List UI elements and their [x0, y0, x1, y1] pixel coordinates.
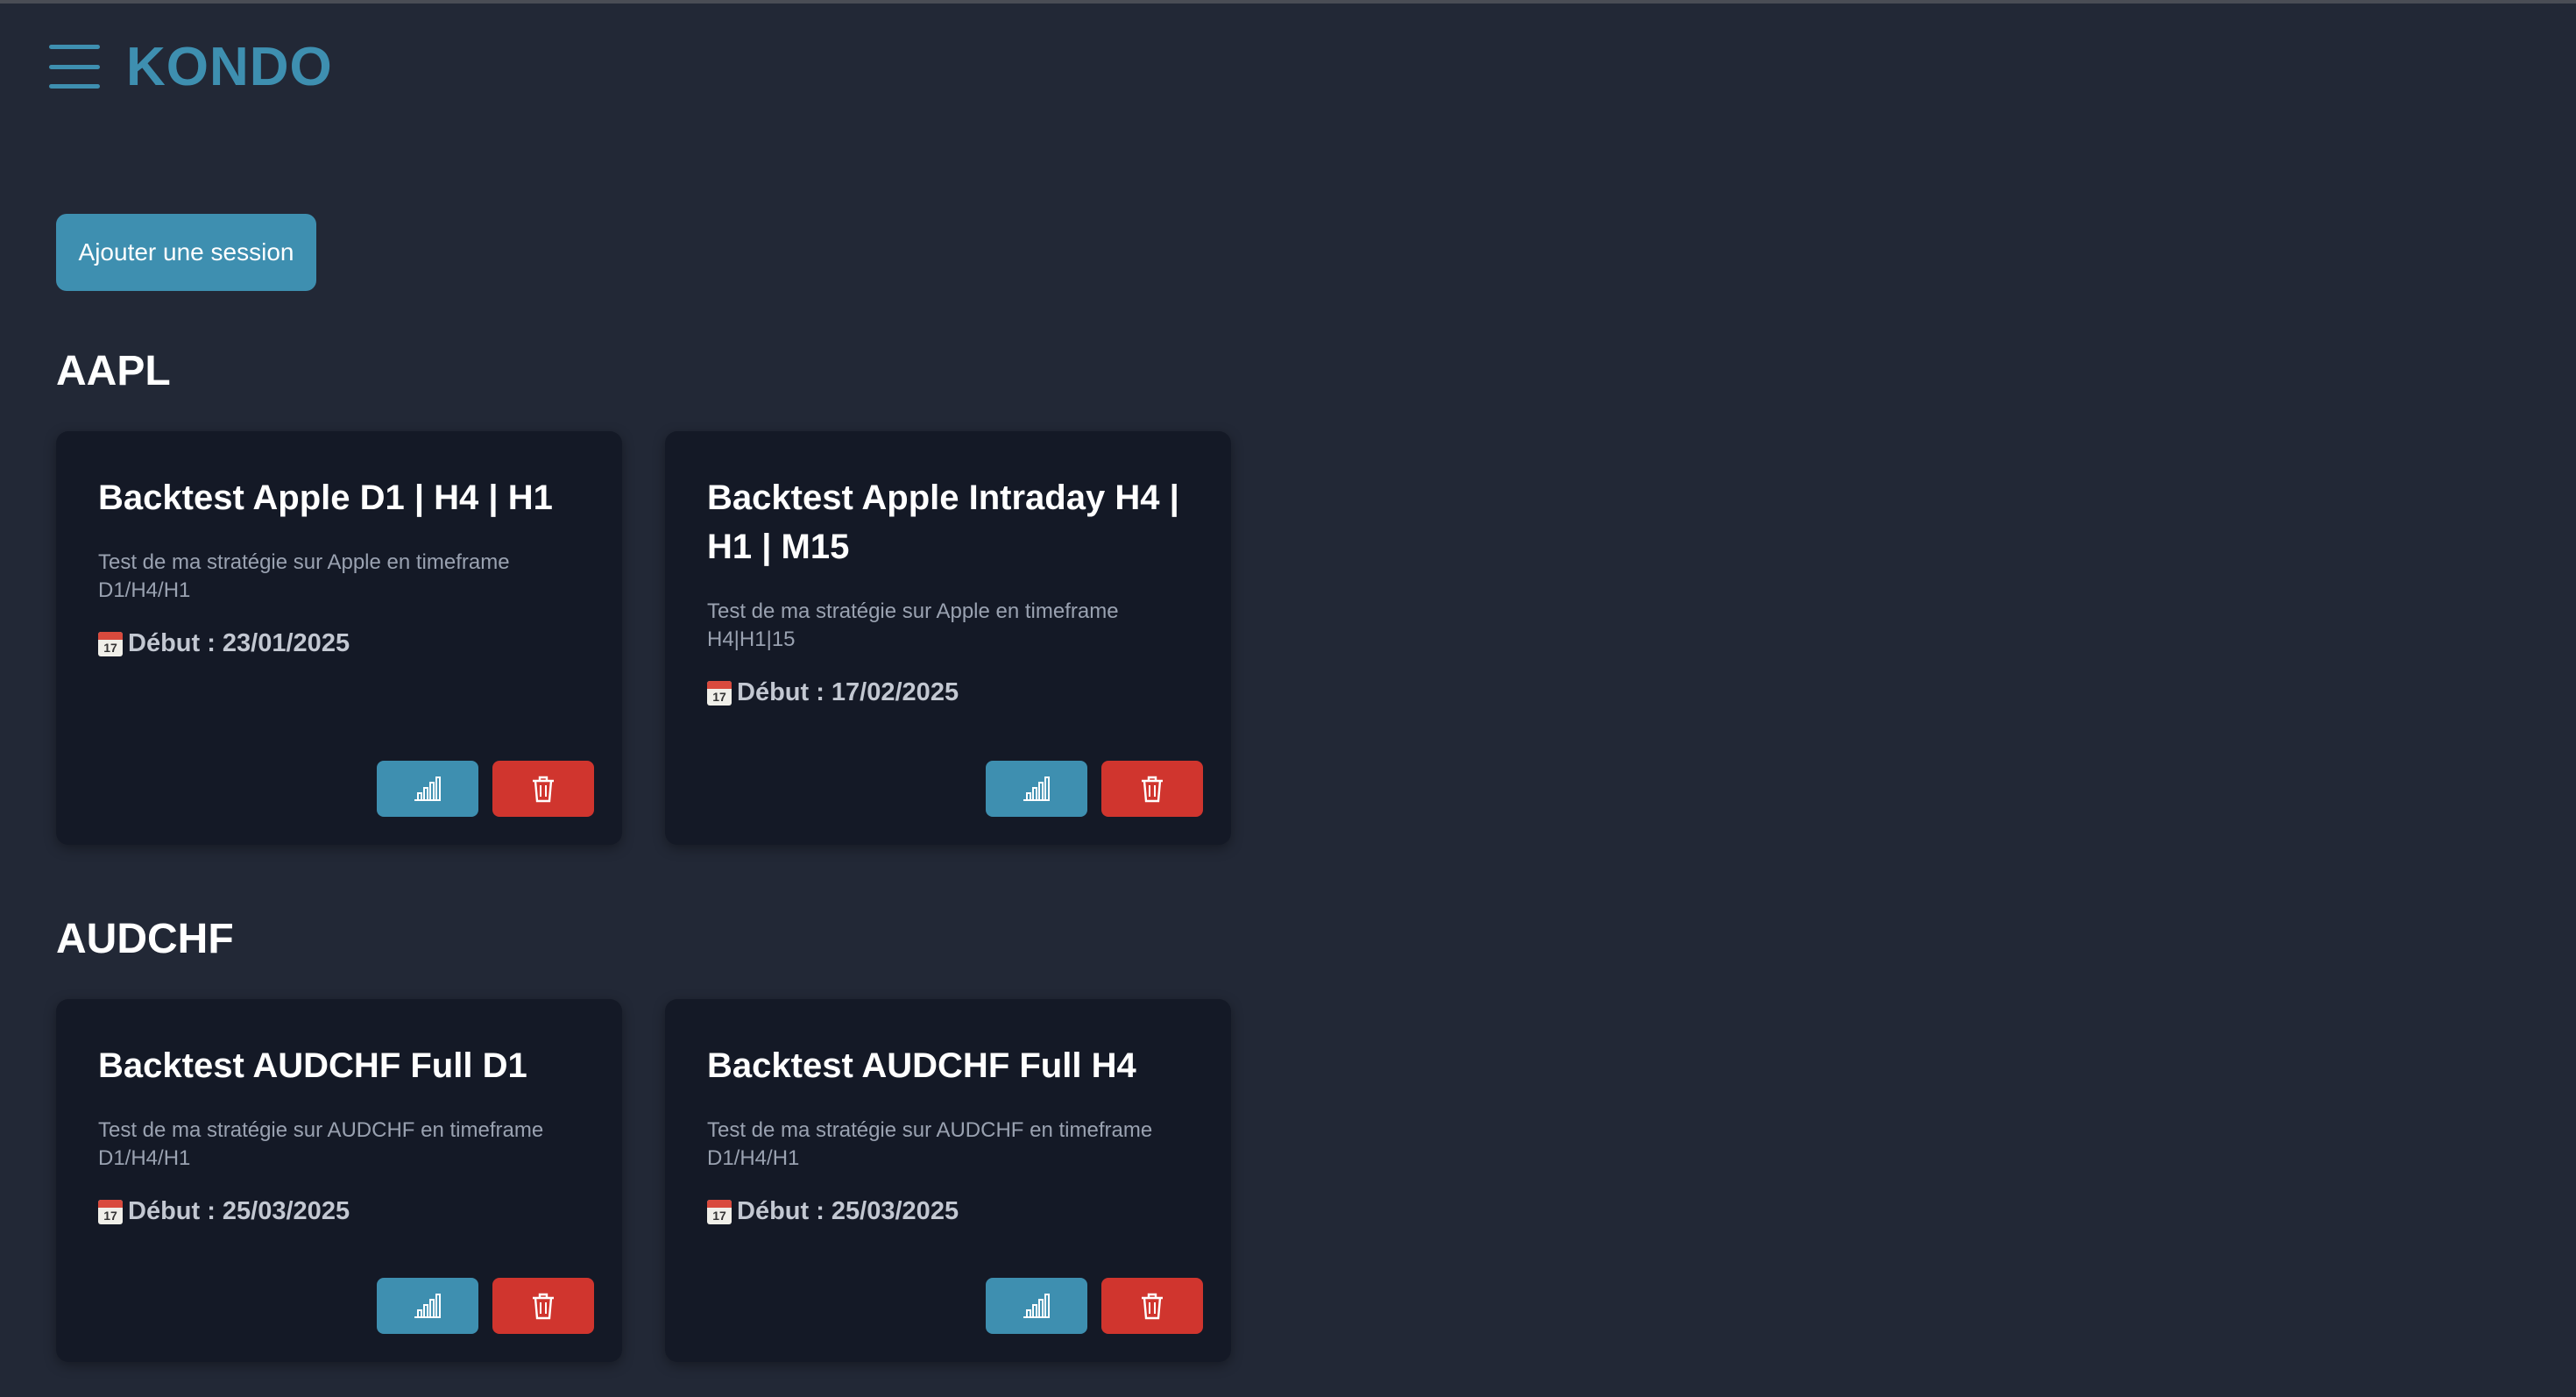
add-session-button[interactable]: Ajouter une session	[56, 214, 316, 291]
session-actions	[377, 1278, 594, 1334]
session-start-date: 17 Début : 25/03/2025	[707, 1197, 959, 1226]
session-start-text: Début : 17/02/2025	[737, 678, 959, 706]
session-start-date: 17 Début : 23/01/2025	[98, 629, 350, 658]
session-start-date: 17 Début : 25/03/2025	[98, 1197, 350, 1226]
session-description: Test de ma stratégie sur AUDCHF en timef…	[98, 1118, 544, 1170]
trash-icon	[1142, 776, 1163, 803]
session-title: Backtest Apple D1 | H4 | H1	[98, 479, 553, 517]
session-card[interactable]: Backtest AUDCHF Full H4 Test de ma strat…	[665, 999, 1231, 1362]
calendar-icon: 17	[98, 631, 123, 656]
delete-button[interactable]	[1101, 761, 1203, 817]
delete-button[interactable]	[492, 1278, 594, 1334]
session-title: Backtest AUDCHF Full H4	[707, 1046, 1136, 1085]
stats-button[interactable]	[377, 761, 478, 817]
app-header: KONDO	[49, 36, 333, 98]
hamburger-menu-icon[interactable]	[49, 45, 100, 89]
session-description: Test de ma stratégie sur AUDCHF en timef…	[707, 1118, 1153, 1170]
delete-button[interactable]	[1101, 1278, 1203, 1334]
session-actions	[986, 1278, 1203, 1334]
calendar-icon: 17	[707, 680, 732, 706]
session-start-text: Début : 25/03/2025	[128, 1197, 350, 1225]
session-card[interactable]: Backtest Apple Intraday H4 | H1 | M15 Te…	[665, 431, 1231, 845]
trash-icon	[533, 1293, 554, 1320]
session-description: Test de ma stratégie sur Apple en timefr…	[707, 599, 1119, 651]
bar-chart-icon	[414, 777, 441, 801]
calendar-icon: 17	[707, 1199, 732, 1224]
bar-chart-icon	[414, 1294, 441, 1318]
group-title-aapl: AAPL	[56, 348, 171, 394]
session-actions	[377, 761, 594, 817]
session-title: Backtest AUDCHF Full D1	[98, 1046, 527, 1085]
bar-chart-icon	[1023, 1294, 1050, 1318]
session-start-date: 17 Début : 17/02/2025	[707, 678, 959, 707]
session-start-text: Début : 23/01/2025	[128, 629, 350, 657]
delete-button[interactable]	[492, 761, 594, 817]
bar-chart-icon	[1023, 777, 1050, 801]
session-description: Test de ma stratégie sur Apple en timefr…	[98, 550, 510, 602]
trash-icon	[533, 776, 554, 803]
calendar-icon: 17	[98, 1199, 123, 1224]
stats-button[interactable]	[377, 1278, 478, 1334]
session-actions	[986, 761, 1203, 817]
session-title: Backtest Apple Intraday H4 | H1 | M15	[707, 479, 1179, 566]
session-start-text: Début : 25/03/2025	[737, 1197, 959, 1225]
stats-button[interactable]	[986, 1278, 1087, 1334]
trash-icon	[1142, 1293, 1163, 1320]
stats-button[interactable]	[986, 761, 1087, 817]
session-card[interactable]: Backtest Apple D1 | H4 | H1 Test de ma s…	[56, 431, 622, 845]
window-top-border	[0, 0, 2576, 4]
session-card[interactable]: Backtest AUDCHF Full D1 Test de ma strat…	[56, 999, 622, 1362]
app-brand[interactable]: KONDO	[126, 36, 333, 98]
group-title-audchf: AUDCHF	[56, 916, 234, 962]
